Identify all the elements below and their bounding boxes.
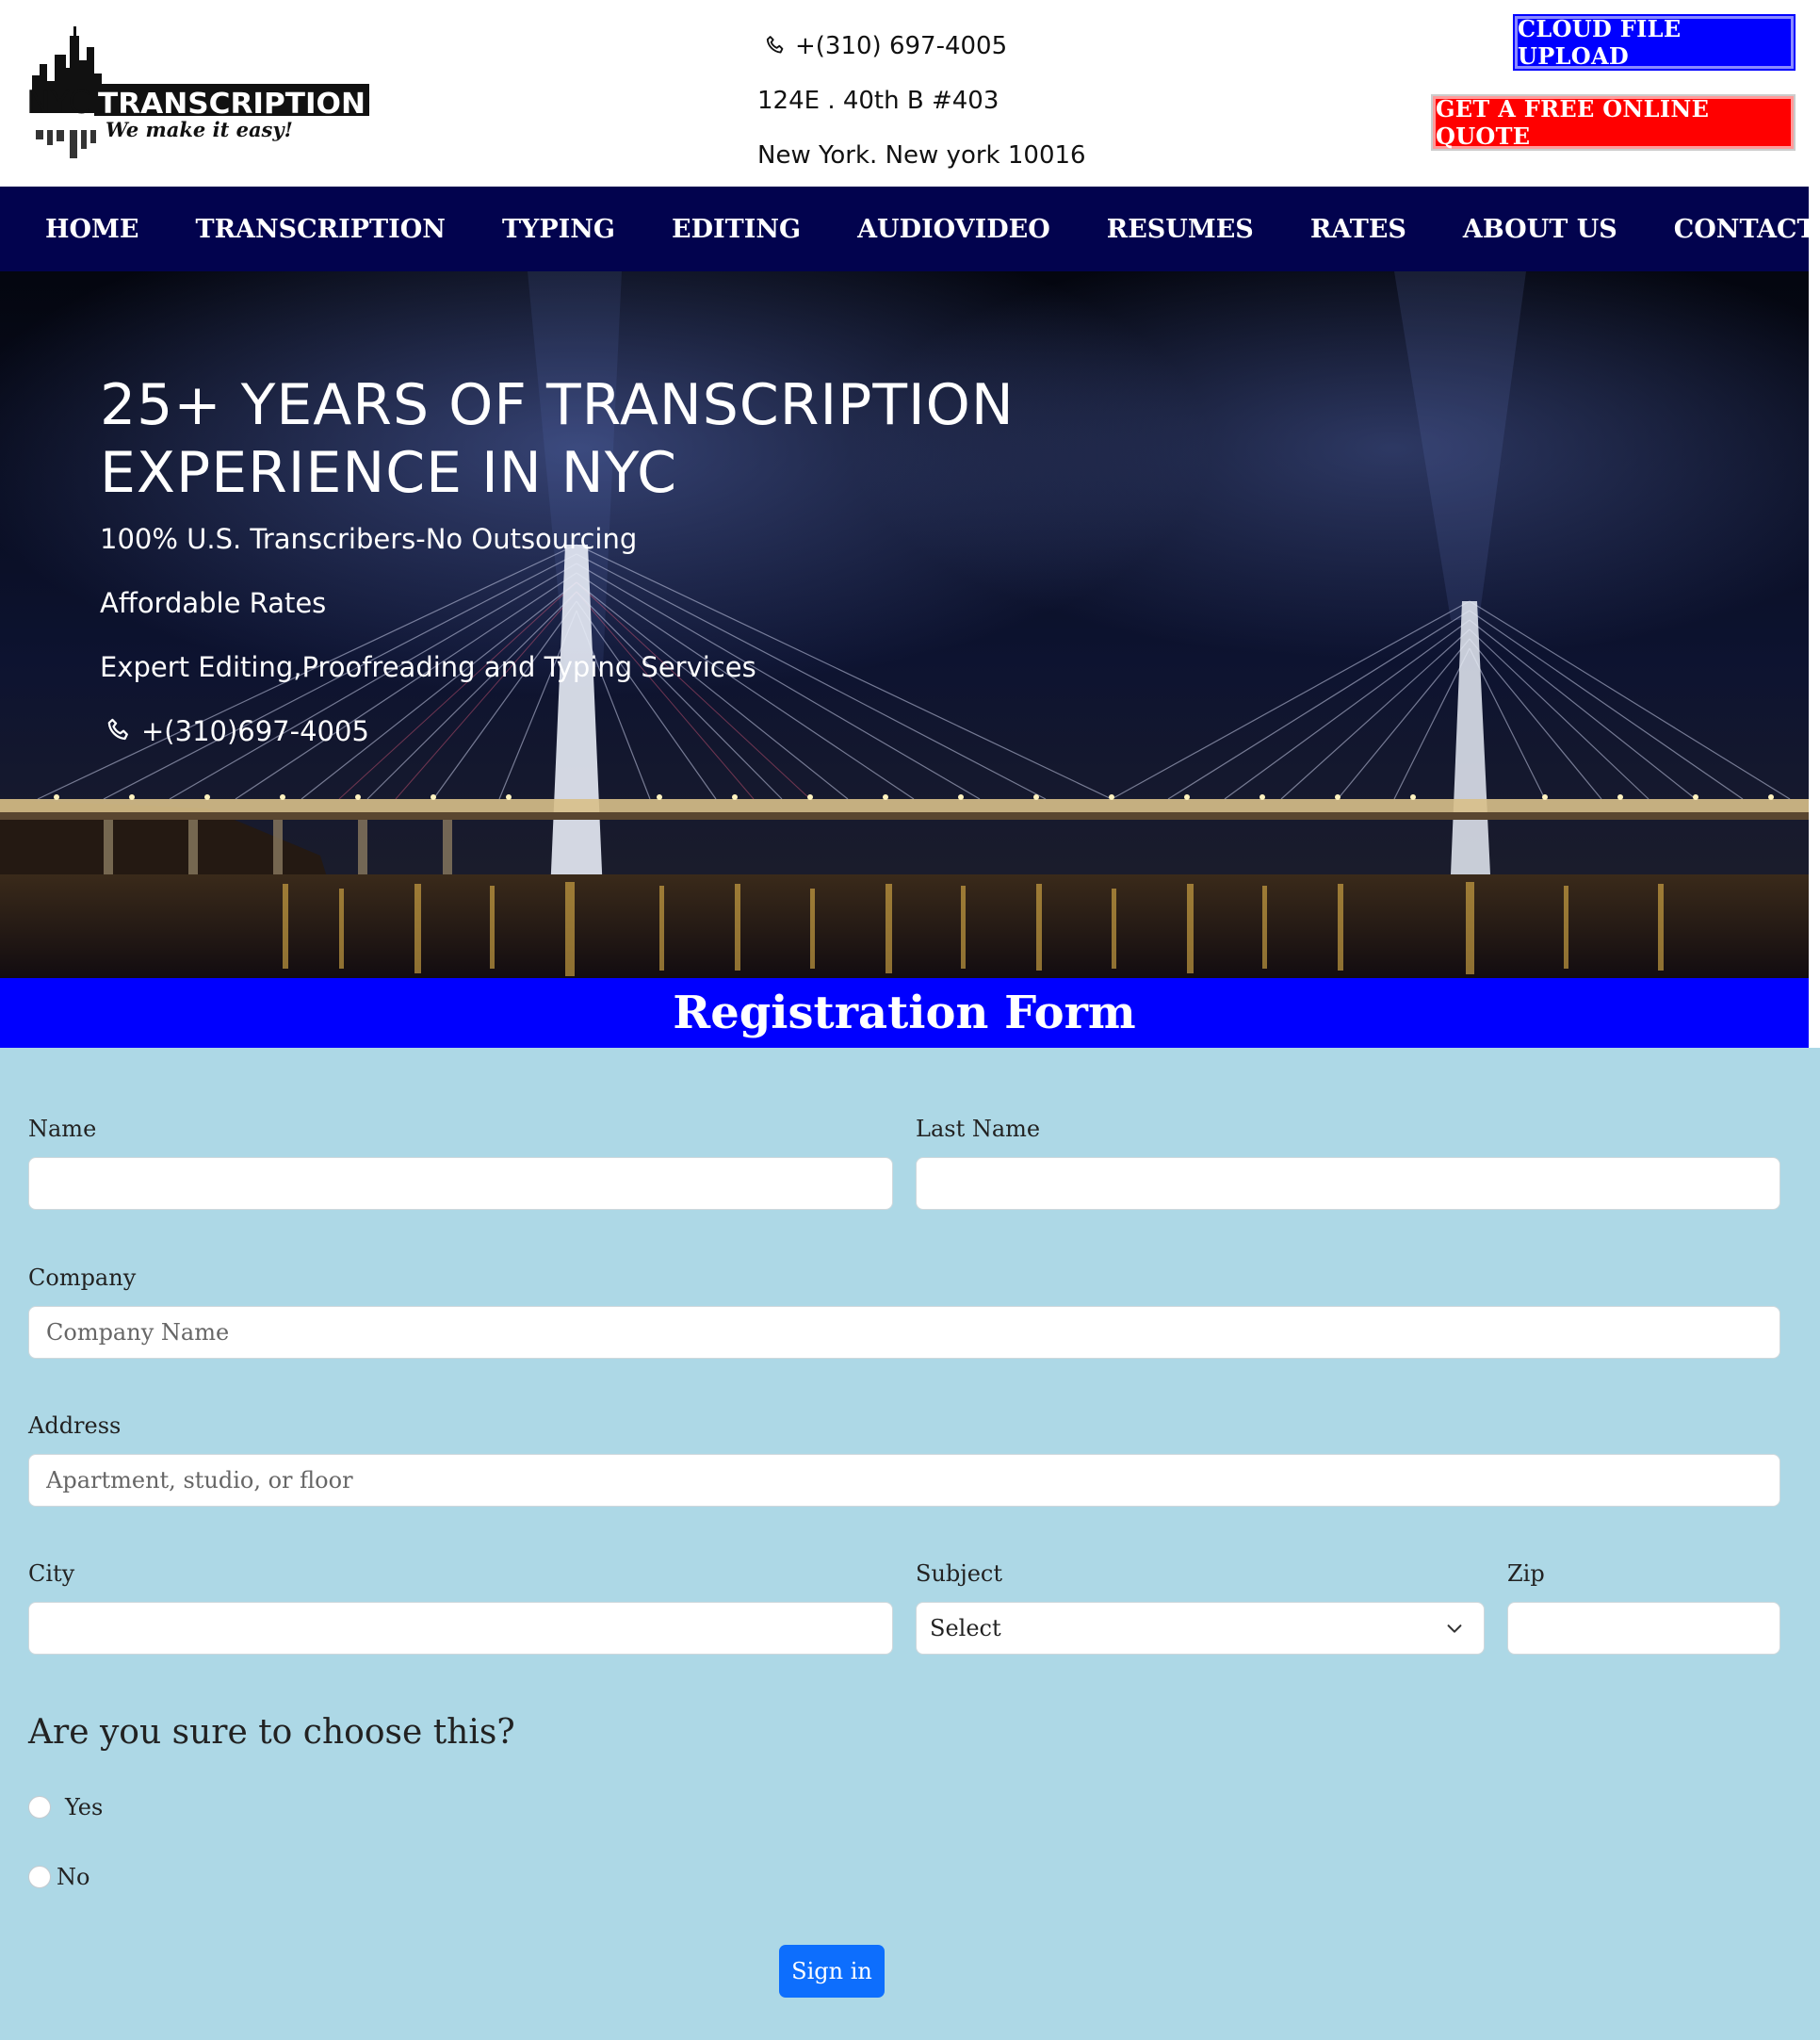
zip-label: Zip	[1507, 1560, 1545, 1587]
radio-option-no[interactable]: No	[28, 1864, 89, 1890]
sign-in-button[interactable]: Sign in	[779, 1945, 885, 1998]
logo-nyc-text: NYC	[26, 84, 90, 122]
zip-input[interactable]	[1507, 1602, 1780, 1655]
header-contact: +(310) 697-4005 124E . 40th B #403 New Y…	[757, 19, 1086, 183]
nav-home[interactable]: HOME	[45, 215, 139, 244]
radio-yes[interactable]	[28, 1796, 51, 1819]
cloud-file-upload-button[interactable]: CLOUD FILE UPLOAD	[1513, 14, 1796, 71]
phone-icon	[766, 36, 784, 54]
last-name-input[interactable]	[916, 1157, 1780, 1210]
site-header: NYC TRANSCRIPTION We make it easy! +(310…	[0, 0, 1809, 187]
nav-contact[interactable]: CONTACT	[1674, 215, 1816, 244]
header-phone: +(310) 697-4005	[795, 32, 1008, 60]
radio-no-label: No	[57, 1864, 90, 1890]
nav-transcription[interactable]: TRANSCRIPTION	[196, 215, 446, 244]
phone-icon	[107, 718, 128, 741]
radio-no[interactable]	[28, 1866, 51, 1888]
main-nav: HOME TRANSCRIPTION TYPING EDITING AUDIOV…	[0, 187, 1816, 271]
chevron-down-icon	[1447, 1624, 1462, 1633]
subject-select[interactable]: Select	[916, 1602, 1485, 1655]
logo-graphic: NYC TRANSCRIPTION We make it easy!	[26, 26, 369, 158]
site-logo[interactable]: NYC TRANSCRIPTION We make it easy!	[26, 26, 375, 158]
hero-line-services: Expert Editing,Proofreading and Typing S…	[100, 651, 756, 683]
hero-banner: 25+ YEARS OF TRANSCRIPTION EXPERIENCE IN…	[0, 271, 1809, 978]
city-label: City	[28, 1560, 75, 1587]
logo-tagline: We make it easy!	[106, 118, 293, 141]
nav-rates[interactable]: RATES	[1310, 215, 1406, 244]
radio-yes-label: Yes	[65, 1794, 104, 1820]
header-phone-row[interactable]: +(310) 697-4005	[757, 19, 1086, 73]
confirm-question: Are you sure to choose this?	[28, 1713, 515, 1752]
nav-typing[interactable]: TYPING	[502, 215, 615, 244]
name-input[interactable]	[28, 1157, 893, 1210]
nav-resumes[interactable]: RESUMES	[1107, 215, 1254, 244]
free-quote-button[interactable]: GET A FREE ONLINE QUOTE	[1431, 94, 1796, 151]
radio-option-yes[interactable]: Yes	[28, 1794, 103, 1820]
header-address-line2: New York. New york 10016	[757, 141, 1086, 170]
hero-text: 25+ YEARS OF TRANSCRIPTION EXPERIENCE IN…	[100, 371, 1042, 754]
logo-transcription-text: TRANSCRIPTION	[98, 88, 366, 121]
registration-form-title: Registration Form	[0, 978, 1809, 1048]
address-input[interactable]	[28, 1454, 1780, 1507]
city-input[interactable]	[28, 1602, 893, 1655]
nav-about-us[interactable]: ABOUT US	[1463, 215, 1617, 244]
address-label: Address	[28, 1412, 122, 1439]
header-address-line1: 124E . 40th B #403	[757, 87, 999, 115]
hero-phone-row[interactable]: +(310)697-4005	[100, 709, 1042, 754]
subject-selected-value: Select	[930, 1615, 1001, 1641]
nav-editing[interactable]: EDITING	[672, 215, 801, 244]
company-input[interactable]	[28, 1306, 1780, 1359]
hero-line-outsourcing: 100% U.S. Transcribers-No Outsourcing	[100, 523, 638, 555]
subject-label: Subject	[916, 1560, 1002, 1587]
nav-audiovideo[interactable]: AUDIOVIDEO	[857, 215, 1050, 244]
last-name-label: Last Name	[916, 1116, 1041, 1142]
hero-title: 25+ YEARS OF TRANSCRIPTION EXPERIENCE IN…	[100, 372, 1015, 506]
hero-line-rates: Affordable Rates	[100, 587, 327, 619]
hero-phone: +(310)697-4005	[141, 715, 369, 747]
name-label: Name	[28, 1116, 97, 1142]
company-label: Company	[28, 1265, 137, 1291]
